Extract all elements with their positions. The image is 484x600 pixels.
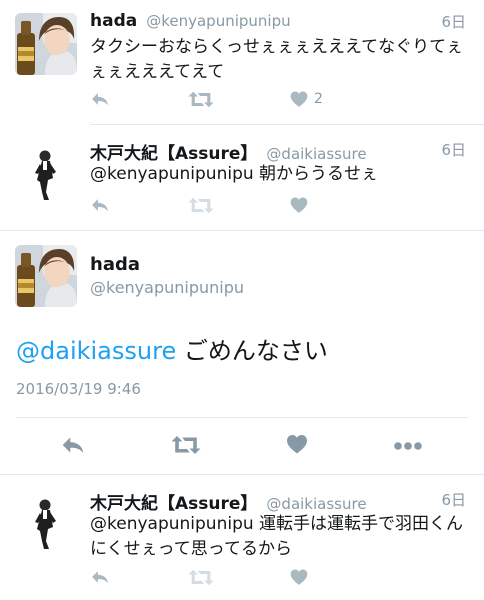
like-icon [289, 567, 309, 587]
retweet-button[interactable] [188, 89, 214, 110]
avatar[interactable] [15, 245, 77, 307]
tweet-text: @daikiassure ごめんなさい [16, 335, 466, 367]
tweet-actions: 2 [90, 89, 390, 113]
reply-icon [90, 89, 110, 109]
focused-tweet: hada @kenyapunipunipu @daikiassure ごめんなさ… [0, 231, 484, 474]
retweet-icon [171, 433, 201, 457]
reply-icon [90, 567, 110, 587]
author-handle[interactable]: @kenyapunipunipu [146, 12, 290, 30]
tweet-actions [90, 195, 390, 219]
like-button[interactable] [289, 195, 309, 215]
tweet-time: 6日 [441, 141, 466, 159]
retweet-icon [188, 195, 214, 216]
author-name[interactable]: hada [90, 11, 137, 31]
tweet-body: @kenyapunipunipu 朝からうるせぇ [90, 164, 379, 184]
author-handle[interactable]: @daikiassure [266, 495, 366, 513]
retweet-icon [188, 567, 214, 588]
like-icon [285, 432, 309, 456]
retweet-button[interactable] [188, 195, 214, 216]
more-button[interactable] [393, 441, 423, 451]
like-icon [289, 195, 309, 215]
tweet-2[interactable]: 木戸大紀【Assure】 @daikiassure 6日 @kenyapunip… [0, 125, 484, 230]
like-icon [289, 89, 309, 109]
tweet-time: 6日 [441, 13, 466, 31]
tweet-text: @kenyapunipunipu 朝からうるせぇ [90, 162, 470, 187]
like-button[interactable]: 2 [289, 89, 323, 109]
tweet-text: タクシーおならくっせぇぇぇえええてなぐりてぇぇぇえええてえて [90, 37, 464, 82]
tweet-timestamp[interactable]: 2016/03/19 9:46 [16, 380, 141, 398]
retweet-icon [188, 89, 214, 110]
tweet-time: 6日 [441, 491, 466, 509]
like-button[interactable] [289, 567, 309, 587]
tweet-text: @kenyapunipunipu 運転手は運転手で羽田くんにくせぇって思ってるか… [90, 512, 468, 562]
more-icon [393, 441, 423, 451]
avatar[interactable] [15, 142, 77, 204]
reply-button[interactable] [90, 195, 110, 215]
author-name[interactable]: hada [90, 254, 140, 275]
author-handle[interactable]: @daikiassure [266, 145, 366, 163]
reply-icon [90, 195, 110, 215]
tweet-1[interactable]: hada @kenyapunipunipu 6日 タクシーおならくっせぇぇぇええ… [0, 0, 484, 124]
tweet-3[interactable]: 木戸大紀【Assure】 @daikiassure 6日 @kenyapunip… [0, 475, 484, 600]
divider [16, 417, 468, 418]
author-name[interactable]: 木戸大紀【Assure】 [90, 139, 257, 164]
reply-button[interactable] [90, 567, 110, 587]
retweet-button[interactable] [171, 433, 201, 457]
reply-button[interactable] [90, 89, 110, 109]
tweet-body: ごめんなさい [176, 337, 328, 365]
reply-button[interactable] [60, 432, 86, 458]
author-name[interactable]: 木戸大紀【Assure】 [90, 489, 257, 514]
like-count: 2 [314, 91, 323, 107]
author-handle[interactable]: @kenyapunipunipu [90, 278, 244, 297]
avatar[interactable] [15, 491, 77, 553]
tweet-body: @kenyapunipunipu 運転手は運転手で羽田くんにくせぇって思ってるか… [90, 514, 464, 559]
avatar[interactable] [15, 13, 77, 75]
tweet-actions [90, 567, 390, 591]
like-button[interactable] [285, 432, 309, 456]
mention-link[interactable]: @daikiassure [16, 337, 176, 365]
retweet-button[interactable] [188, 567, 214, 588]
reply-icon [60, 432, 86, 458]
